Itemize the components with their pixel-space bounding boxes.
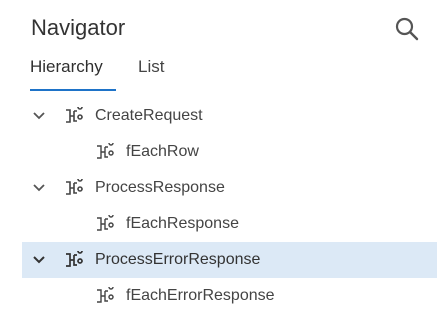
chevron-down-icon[interactable] (31, 252, 47, 268)
tree-node-label: CreateRequest (95, 107, 203, 124)
tree-node-label: fEachRow (126, 143, 199, 160)
flow-icon (97, 287, 114, 303)
navigator-title: Navigator (31, 15, 126, 40)
tab-hierarchy[interactable]: Hierarchy (30, 55, 103, 79)
tree-node-feachrow[interactable]: fEachRow (22, 134, 437, 170)
tree-node-processerrorresponse[interactable]: ProcessErrorResponse (22, 242, 437, 278)
chevron-down-icon[interactable] (31, 180, 47, 196)
navigator-header: Navigator (31, 10, 421, 46)
flow-icon (97, 215, 114, 231)
flow-icon (66, 251, 83, 267)
search-icon (395, 17, 419, 41)
tree-node-createrequest[interactable]: CreateRequest (22, 98, 437, 134)
tree-node-processresponse[interactable]: ProcessResponse (22, 170, 437, 206)
tree-node-label: fEachErrorResponse (126, 287, 275, 304)
tree-node-label: ProcessResponse (95, 179, 225, 196)
tree-node-label: ProcessErrorResponse (95, 251, 261, 268)
active-tab-indicator (30, 89, 116, 91)
flow-icon (66, 107, 83, 123)
tree-node-feacherrorresponse[interactable]: fEachErrorResponse (22, 278, 437, 314)
chevron-down-icon[interactable] (31, 108, 47, 124)
tree-node-label: fEachResponse (126, 215, 239, 232)
flow-icon (66, 179, 83, 195)
navigator-panel: Navigator Hierarchy List CreateRequest f… (0, 0, 439, 330)
flow-icon (97, 143, 114, 159)
tree-node-feachresponse[interactable]: fEachResponse (22, 206, 437, 242)
search-button[interactable] (393, 15, 421, 43)
tab-list[interactable]: List (138, 55, 164, 79)
